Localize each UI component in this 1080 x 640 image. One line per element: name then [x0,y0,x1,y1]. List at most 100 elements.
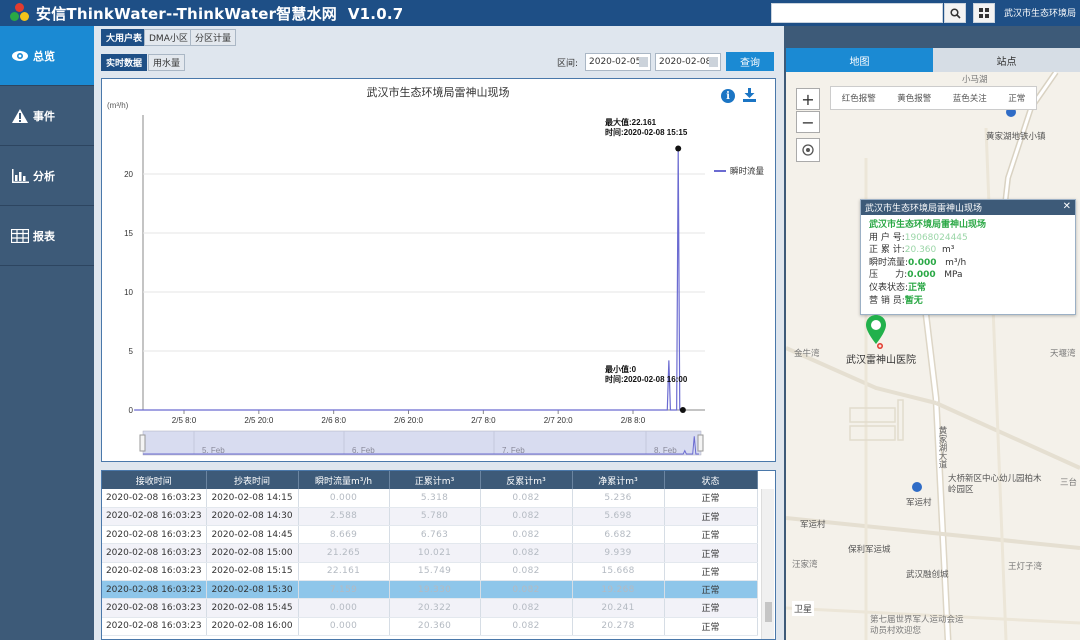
tab-zone-metering[interactable]: 分区计量 [190,29,237,46]
table-cell: 8.669 [298,525,390,545]
chart-unit-label: (m³/h) [107,101,129,110]
table-cell: 2020-02-08 16:03:23 [102,507,207,527]
station-marker[interactable] [865,314,887,353]
zoom-out-button[interactable]: − [796,111,820,133]
tab-map[interactable]: 地图 [786,48,933,72]
table-cell: 正常 [664,562,758,581]
tab-dma[interactable]: DMA小区 [144,29,193,46]
search-input[interactable] [771,3,943,23]
warning-icon [10,108,30,124]
table-cell: 20.241 [572,598,665,618]
close-icon[interactable]: ✕ [1063,201,1071,212]
table-row[interactable]: 2020-02-08 16:03:23 2020-02-08 15:15 22.… [102,562,758,581]
table-cell: 2020-02-08 16:03:23 [102,617,207,636]
date-from-input[interactable]: 2020-02-05 [585,53,651,71]
y-tick-label: 5 [129,347,134,356]
table-row[interactable]: 2020-02-08 16:03:23 2020-02-08 15:45 0.0… [102,598,758,618]
table-cell: 0.082 [480,543,573,563]
date-to-input[interactable]: 2020-02-08 [655,53,721,71]
popup-field-label: 瞬时流量: [869,257,909,268]
locate-button[interactable] [796,138,820,162]
table-cell: 正常 [664,489,758,508]
calendar-icon[interactable] [639,57,648,67]
table-cell: 2020-02-08 16:03:23 [102,598,207,618]
calendar-icon[interactable] [709,57,718,67]
column-header[interactable]: 净累计m³ [572,471,665,489]
subtab-realtime[interactable]: 实时数据 [101,54,148,71]
sidebar-item-overview[interactable]: 总览 [0,26,94,86]
table-row[interactable]: 2020-02-08 16:03:23 2020-02-08 14:45 8.6… [102,525,758,545]
scrollbar-thumb[interactable] [765,602,772,622]
column-header[interactable]: 正累计m³ [389,471,481,489]
readings-table: 接收时间 抄表时间 瞬时流量m³/h 正累计m³ 反累计m³ 净累计m³ 状态 … [102,471,758,636]
popup-pressure-row: 压 力:0.000 MPa [869,269,1067,282]
grid-icon[interactable] [973,3,995,23]
min-annotation: 最小值:0 [605,364,637,374]
filter-normal[interactable]: 正常 [1008,92,1025,104]
sidebar-item-analysis[interactable]: 分析 [0,146,94,206]
table-cell: 0.000 [298,617,390,636]
popup-body: 武汉市生态环境局雷神山现场 用 户 号:19068024445 正 累 计:20… [861,215,1075,311]
table-scrollbar[interactable] [761,489,774,639]
table-cell: 2020-02-08 15:15 [206,562,299,581]
table-cell: 2020-02-08 16:03:23 [102,489,207,508]
popup-unit: m³/h [945,257,967,268]
x-tick-label: 2/7 20:0 [544,416,573,425]
map-place-label: 小马湖 [962,75,988,85]
sidebar-item-reports[interactable]: 报表 [0,206,94,266]
info-icon[interactable]: i [721,89,735,103]
table-cell: 5.236 [572,489,665,508]
sidebar-item-events[interactable]: 事件 [0,86,94,146]
popup-sales-row: 营 销 员:暂无 [869,295,1067,308]
top-header: 安信ThinkWater--ThinkWater智慧水网 V1.0.7 武汉市生… [0,0,1080,26]
filter-red-alarm[interactable]: 红色报警 [842,92,876,104]
tab-large-users[interactable]: 大用户表 [101,29,148,46]
org-name[interactable]: 武汉市生态环境局 [1004,6,1076,19]
map-place-label: 天堰湾 [1050,349,1076,359]
map-place-label: 黄家湖地铁小镇 [986,132,1046,142]
table-cell: 2.588 [298,507,390,527]
map-place-label: 三台 [1060,478,1078,488]
column-header[interactable]: 状态 [664,471,758,489]
table-row[interactable]: 2020-02-08 16:03:23 2020-02-08 15:00 21.… [102,543,758,563]
zoom-in-button[interactable]: + [796,88,820,110]
legend-label[interactable]: 瞬时流量 [730,166,765,176]
sidebar-item-label: 事件 [33,109,55,123]
table-cell: 10.021 [389,543,481,563]
table-row[interactable]: 2020-02-08 16:03:23 2020-02-08 14:30 2.5… [102,507,758,527]
table-cell: 0.000 [298,489,390,508]
map-pin-icon [866,315,886,349]
x-tick-label: 2/6 20:0 [394,416,423,425]
popup-heading[interactable]: 武汉市生态环境局雷神山现场 [869,219,1067,232]
satellite-toggle[interactable]: 卫星 [792,601,815,616]
max-time-annotation: 时间:2020-02-08 15:15 [605,127,688,137]
download-icon[interactable] [743,88,757,103]
query-button[interactable]: 查询 [726,52,774,71]
column-header[interactable]: 瞬时流量m³/h [298,471,390,489]
popup-field-value: 正常 [908,282,927,293]
min-time-annotation: 时间:2020-02-08 16:00 [605,374,688,384]
table-cell: 2020-02-08 15:45 [206,598,299,618]
map-road-label: 黄家湖大道 [937,426,947,469]
table-row-selected[interactable]: 2020-02-08 16:03:23 2020-02-08 15:30 7.1… [102,580,758,600]
table-cell: 2020-02-08 14:30 [206,507,299,527]
crosshair-icon [802,144,814,156]
marker-label: 武汉雷神山医院 [846,355,916,366]
map-place-label: 军运村 [906,498,932,508]
column-header[interactable]: 抄表时间 [206,471,299,489]
filter-yellow-alarm[interactable]: 黄色报警 [897,92,931,104]
table-cell: 6.682 [572,525,665,545]
table-row[interactable]: 2020-02-08 16:03:23 2020-02-08 14:15 0.0… [102,489,758,508]
table-row[interactable]: 2020-02-08 16:03:23 2020-02-08 16:00 0.0… [102,617,758,636]
x-tick-label: 2/5 20:0 [244,416,273,425]
popup-field-label: 仪表状态: [869,282,909,293]
column-header[interactable]: 反累计m³ [480,471,573,489]
column-header[interactable]: 接收时间 [102,471,207,489]
table-cell: 5.780 [389,507,481,527]
date-to-value: 2020-02-08 [659,57,712,67]
filter-blue-attention[interactable]: 蓝色关注 [953,92,987,104]
search-icon[interactable] [944,3,966,23]
subtab-water-usage[interactable]: 用水量 [148,54,186,71]
tab-stations[interactable]: 站点 [933,48,1080,72]
app-logo [10,3,32,23]
